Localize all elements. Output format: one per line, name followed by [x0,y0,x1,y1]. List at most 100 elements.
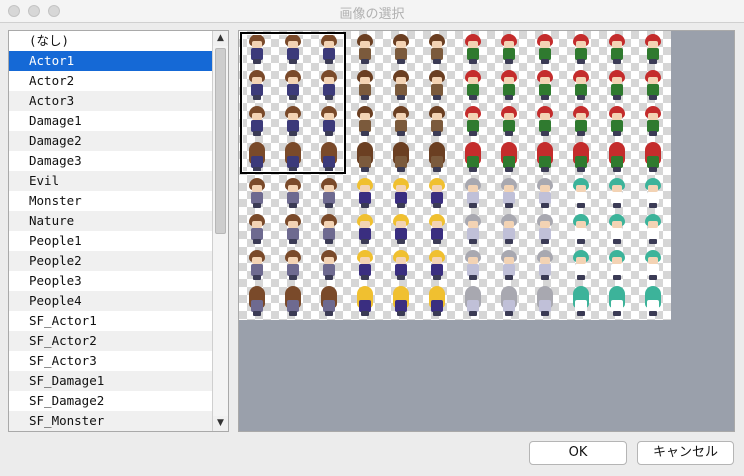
cancel-button[interactable]: キャンセル [637,441,734,465]
character-sprite [463,70,483,100]
character-sprite [427,178,447,208]
list-item[interactable]: SF_Actor2 [9,331,212,351]
character-sprite [427,250,447,280]
character-sprite [355,34,375,64]
character-sprite [355,70,375,100]
character-sprite [355,178,375,208]
scroll-thumb[interactable] [215,48,226,234]
character-sprite [535,250,555,280]
character-sprite [355,214,375,244]
character-sprite [571,106,591,136]
list-item[interactable]: SF_Damage1 [9,371,212,391]
character-sprite [463,106,483,136]
character-sprite [391,34,411,64]
character-sprite [535,142,555,172]
character-sprite [607,286,627,316]
list-item[interactable]: Nature [9,211,212,231]
list-item[interactable]: Actor2 [9,71,212,91]
list-item[interactable]: SF_Monster [9,411,212,431]
character-sprite [283,286,303,316]
character-sprite [391,214,411,244]
list-item[interactable]: Actor3 [9,91,212,111]
character-sprite [499,34,519,64]
character-sprite [427,106,447,136]
character-sprite [499,106,519,136]
list-item[interactable]: People2 [9,251,212,271]
character-sprite [463,214,483,244]
list-item[interactable]: Evil [9,171,212,191]
character-sprite [319,178,339,208]
character-sheet-image[interactable] [239,31,671,320]
window-title: 画像の選択 [339,7,405,22]
character-sprite [427,286,447,316]
character-sprite [643,142,663,172]
character-sprite [607,70,627,100]
character-sprite [571,34,591,64]
character-sprite [499,286,519,316]
character-sprite [391,178,411,208]
character-sprite [247,214,267,244]
scroll-up-arrow-icon[interactable]: ▲ [213,31,228,46]
character-sprite [535,34,555,64]
character-sprite [427,142,447,172]
character-sprite [319,214,339,244]
character-sprite [535,70,555,100]
character-sprite [355,250,375,280]
character-sprite [355,142,375,172]
list-item[interactable]: People4 [9,291,212,311]
list-item[interactable]: People1 [9,231,212,251]
list-item[interactable]: Monster [9,191,212,211]
character-sprite [571,286,591,316]
character-sprite [247,286,267,316]
character-sprite [319,286,339,316]
character-sprite [355,286,375,316]
character-sprite [499,70,519,100]
character-sprite [391,70,411,100]
character-sprite [355,106,375,136]
list-item[interactable]: Damage3 [9,151,212,171]
list-item[interactable]: SF_Damage2 [9,391,212,411]
list-item[interactable]: People3 [9,271,212,291]
title-bar: 画像の選択 [0,0,744,23]
character-sprite [607,34,627,64]
list-item[interactable]: SF_Actor1 [9,311,212,331]
character-sprite [391,286,411,316]
character-sprite [571,178,591,208]
character-sprite [607,214,627,244]
list-scrollbar[interactable]: ▲ ▼ [212,31,228,431]
image-file-list[interactable]: (なし) Actor1 Actor2 Actor3 Damage1 Damage2 Dama… [8,30,229,432]
character-sprite [463,178,483,208]
character-sprite [643,214,663,244]
character-sprite [535,214,555,244]
character-sprite [499,250,519,280]
character-sprite [571,142,591,172]
character-sprite [391,142,411,172]
scroll-down-arrow-icon[interactable]: ▼ [213,416,228,431]
character-sprite [643,286,663,316]
ok-button[interactable]: OK [529,441,627,465]
list-item[interactable]: Damage1 [9,111,212,131]
character-sprite [535,178,555,208]
character-sprite [643,34,663,64]
character-sprite [283,250,303,280]
list-item[interactable]: (なし) [9,31,212,51]
character-sprite [319,250,339,280]
character-sprite [427,214,447,244]
character-sprite [463,250,483,280]
character-sprite [391,250,411,280]
character-sprite [571,70,591,100]
character-sprite [643,178,663,208]
character-sprite [499,214,519,244]
character-sprite [427,34,447,64]
list-item[interactable]: SF_Actor3 [9,351,212,371]
character-sprite [463,286,483,316]
character-sprite [247,250,267,280]
image-preview-panel [238,30,735,432]
character-sprite [643,106,663,136]
character-sprite [607,250,627,280]
character-sprite [391,106,411,136]
character-sprite [607,178,627,208]
list-item[interactable]: Damage2 [9,131,212,151]
list-item[interactable]: Actor1 [9,51,212,71]
character-sprite [499,142,519,172]
